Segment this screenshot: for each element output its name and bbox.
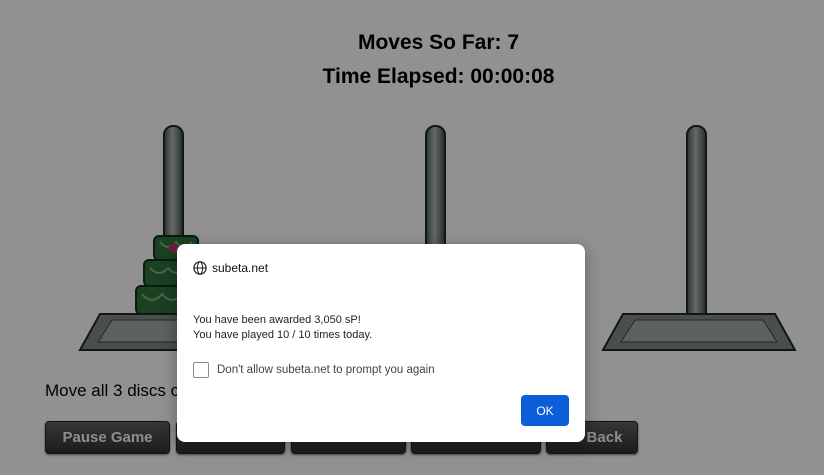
alert-dialog: subeta.net You have been awarded 3,050 s… xyxy=(177,244,585,442)
ok-button[interactable]: OK xyxy=(521,395,569,426)
suppress-prompt-checkbox[interactable] xyxy=(193,362,209,378)
dialog-message-line1: You have been awarded 3,050 sP! xyxy=(193,314,361,326)
dialog-origin: subeta.net xyxy=(193,261,268,275)
dialog-message: You have been awarded 3,050 sP! You have… xyxy=(193,313,372,343)
suppress-prompt-option[interactable]: Don't allow subeta.net to prompt you aga… xyxy=(193,362,435,378)
suppress-prompt-label: Don't allow subeta.net to prompt you aga… xyxy=(217,364,435,376)
globe-icon xyxy=(193,261,207,275)
dialog-message-line2: You have played 10 / 10 times today. xyxy=(193,329,373,341)
dialog-origin-label: subeta.net xyxy=(212,261,269,275)
